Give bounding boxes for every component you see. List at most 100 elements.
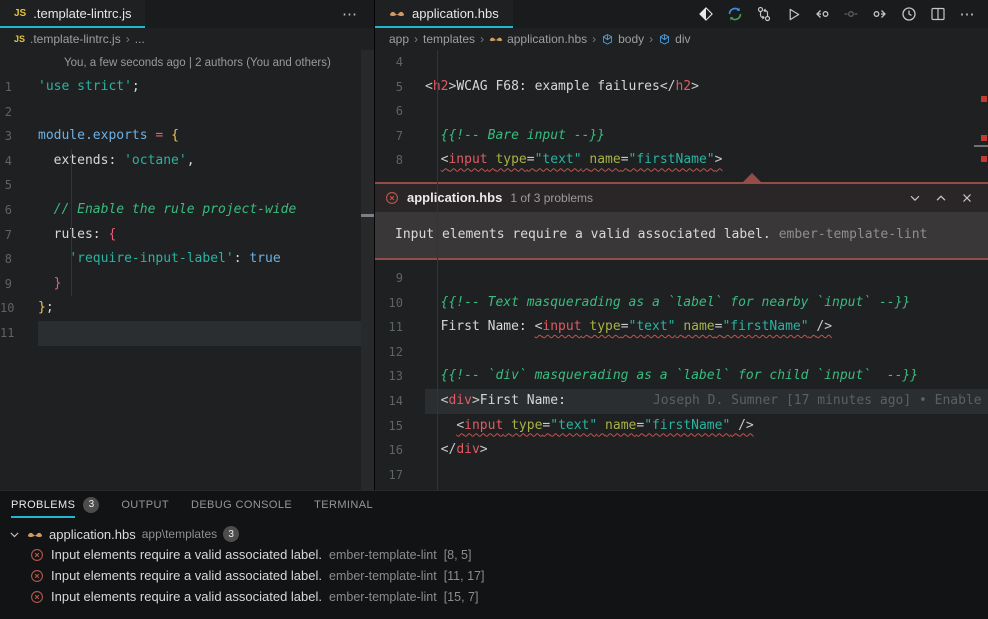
breadcrumb-item-file[interactable]: application.hbs xyxy=(489,32,587,46)
code-line-17[interactable]: 17 xyxy=(375,463,988,488)
sync-icon[interactable] xyxy=(724,3,746,25)
git-compare-icon[interactable] xyxy=(753,3,775,25)
code-line-10[interactable]: 10}; xyxy=(0,296,374,321)
scrollbar[interactable] xyxy=(361,50,374,490)
problems-file-path: app\templates xyxy=(142,527,217,541)
line-content: } xyxy=(38,272,374,297)
code-token: type xyxy=(495,152,526,167)
code-line-8[interactable]: 8 <input type="text" name="firstName"> xyxy=(375,148,988,173)
code-line-1[interactable]: 1'use strict'; xyxy=(0,75,374,100)
panel-tab-output[interactable]: OUTPUT xyxy=(121,491,169,518)
line-number[interactable]: 6 xyxy=(375,99,425,124)
code-line-7[interactable]: 7 rules: { xyxy=(0,223,374,248)
code-line-5[interactable]: 5 xyxy=(0,173,374,198)
line-number[interactable]: 16 xyxy=(375,438,425,463)
line-number[interactable]: 17 xyxy=(375,463,425,488)
panel-tab-label: DEBUG CONSOLE xyxy=(191,491,292,518)
next-change-icon[interactable] xyxy=(869,3,891,25)
code-line-9[interactable]: 9 } xyxy=(0,272,374,297)
line-number[interactable]: 4 xyxy=(375,50,425,75)
more-actions-icon[interactable]: ⋯ xyxy=(956,3,978,25)
line-content: module.exports = {··· xyxy=(38,124,374,149)
breadcrumb-item-app[interactable]: app xyxy=(389,32,409,46)
line-number[interactable]: 9 xyxy=(0,272,38,297)
code-line-11[interactable]: 11 First Name: <input type="text" name="… xyxy=(375,315,988,340)
fold-dots-icon: ··· xyxy=(39,139,60,149)
open-changes-icon[interactable] xyxy=(840,3,862,25)
code-line-8[interactable]: 8 'require-input-label': true xyxy=(0,247,374,272)
code-line-7[interactable]: 7 {{!-- Bare input --}} xyxy=(375,124,988,149)
line-number[interactable]: 10 xyxy=(375,291,425,316)
line-number[interactable]: 9 xyxy=(375,266,425,291)
tabbar-left: JS .template-lintrc.js ⋯ xyxy=(0,0,374,28)
prettier-icon[interactable] xyxy=(695,3,717,25)
chevron-down-icon[interactable] xyxy=(908,191,922,205)
tab-template-lintrc[interactable]: JS .template-lintrc.js xyxy=(0,0,145,28)
breadcrumb-item-body[interactable]: body xyxy=(601,32,644,46)
problem-row[interactable]: Input elements require a valid associate… xyxy=(0,565,988,586)
code-line-3[interactable]: 3module.exports = {··· xyxy=(0,124,374,149)
run-icon[interactable] xyxy=(782,3,804,25)
breadcrumb-item-div[interactable]: div xyxy=(658,32,690,46)
panel-tab-debug-console[interactable]: DEBUG CONSOLE xyxy=(191,491,292,518)
code-line-16[interactable]: 16 </div> xyxy=(375,438,988,463)
line-number[interactable]: 2 xyxy=(0,100,38,125)
code-line-14[interactable]: 14 <div>First Name:Joseph D. Sumner [17 … xyxy=(375,389,988,414)
editor-application-hbs[interactable]: 45<h2>WCAG F68: example failures</h2>67 … xyxy=(375,50,988,490)
line-number[interactable]: 11 xyxy=(0,321,38,346)
line-number[interactable]: 3 xyxy=(0,124,38,149)
breadcrumb-item-file[interactable]: .template-lintrc.js xyxy=(30,32,121,46)
problems-file-group[interactable]: application.hbs app\templates 3 xyxy=(0,524,988,544)
editor-template-lintrc[interactable]: You, a few seconds ago | 2 authors (You … xyxy=(0,50,374,490)
chevron-down-icon[interactable] xyxy=(8,528,21,541)
line-number[interactable]: 7 xyxy=(375,124,425,149)
close-icon[interactable] xyxy=(960,191,974,205)
file-history-icon[interactable] xyxy=(898,3,920,25)
code-line-12[interactable]: 12 xyxy=(375,340,988,365)
code-token: h2 xyxy=(433,79,449,94)
split-editor-icon[interactable] xyxy=(927,3,949,25)
code-token: input xyxy=(464,418,503,433)
code-line-11[interactable]: 11 xyxy=(0,321,374,346)
line-number[interactable]: 4 xyxy=(0,149,38,174)
line-number[interactable]: 8 xyxy=(0,247,38,272)
code-line-2[interactable]: 2 xyxy=(0,100,374,125)
breadcrumb-item-more[interactable]: ... xyxy=(135,32,145,46)
line-number[interactable]: 14 xyxy=(375,389,425,414)
code-line-9[interactable]: 9 xyxy=(375,266,988,291)
code-token: {{!-- `div` masquerading as a `label` fo… xyxy=(425,368,918,383)
code-line-6[interactable]: 6 xyxy=(375,99,988,124)
line-number[interactable]: 11 xyxy=(375,315,425,340)
line-number[interactable]: 15 xyxy=(375,414,425,439)
line-number[interactable]: 10 xyxy=(0,296,38,321)
line-number[interactable]: 8 xyxy=(375,148,425,173)
panel-tab-terminal[interactable]: TERMINAL xyxy=(314,491,373,518)
tab-application-hbs[interactable]: application.hbs xyxy=(375,0,513,28)
overview-ruler-error-mark xyxy=(981,96,987,102)
problem-row[interactable]: Input elements require a valid associate… xyxy=(0,544,988,565)
code-line-10[interactable]: 10 {{!-- Text masquerading as a `label` … xyxy=(375,291,988,316)
line-number[interactable]: 13 xyxy=(375,364,425,389)
code-line-4[interactable]: 4 extends: 'octane', xyxy=(0,149,374,174)
panel-tab-label: OUTPUT xyxy=(121,491,169,518)
code-line-13[interactable]: 13 {{!-- `div` masquerading as a `label`… xyxy=(375,364,988,389)
line-number[interactable]: 5 xyxy=(375,75,425,100)
code-line-4[interactable]: 4 xyxy=(375,50,988,75)
line-number[interactable]: 5 xyxy=(0,173,38,198)
handlebars-file-icon xyxy=(489,35,503,43)
panel-tab-problems[interactable]: PROBLEMS 3 xyxy=(11,491,99,518)
previous-change-icon[interactable] xyxy=(811,3,833,25)
problem-row[interactable]: Input elements require a valid associate… xyxy=(0,586,988,607)
peek-problem-row[interactable]: Input elements require a valid associate… xyxy=(375,212,988,258)
line-number[interactable]: 7 xyxy=(0,223,38,248)
breadcrumb-item-templates[interactable]: templates xyxy=(423,32,475,46)
tab-overflow-icon[interactable]: ⋯ xyxy=(342,5,358,23)
line-number[interactable]: 12 xyxy=(375,340,425,365)
codelens-blame[interactable]: You, a few seconds ago | 2 authors (You … xyxy=(0,50,374,75)
code-line-6[interactable]: 6 // Enable the rule project-wide xyxy=(0,198,374,223)
code-line-5[interactable]: 5<h2>WCAG F68: example failures</h2> xyxy=(375,75,988,100)
chevron-up-icon[interactable] xyxy=(934,191,948,205)
line-number[interactable]: 6 xyxy=(0,198,38,223)
code-line-15[interactable]: 15 <input type="text" name="firstName" /… xyxy=(375,414,988,439)
line-number[interactable]: 1 xyxy=(0,75,38,100)
